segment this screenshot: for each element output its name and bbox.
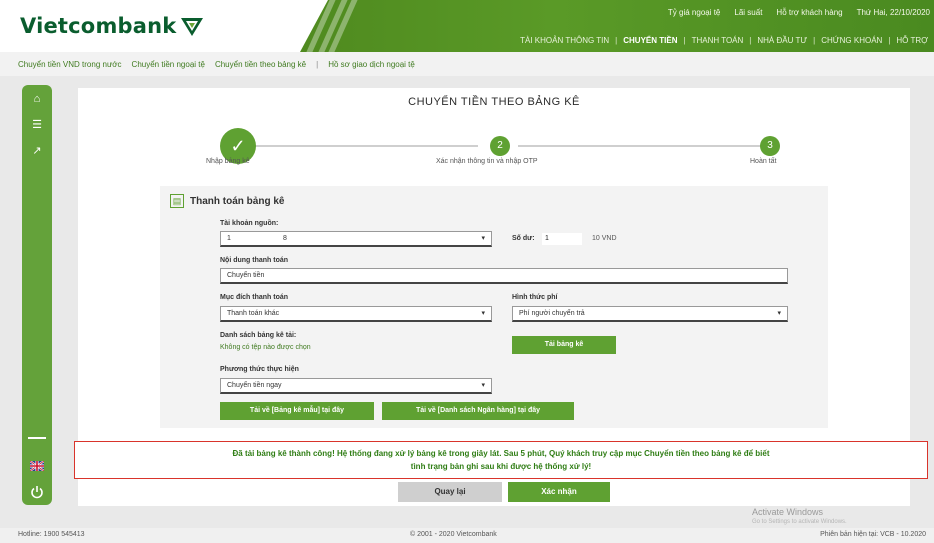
fee-select[interactable]: Phí người chuyển trả ▾ (512, 306, 788, 322)
balance-value: 1 (542, 233, 582, 245)
download-bank-list-button[interactable]: Tải về [Danh sách Ngân hàng] tại đây (382, 402, 574, 420)
chevron-down-icon: ▾ (481, 235, 485, 242)
nav-investor[interactable]: NHÀ ĐẦU TƯ (751, 36, 813, 45)
chevron-down-icon: ▾ (481, 382, 485, 389)
purpose-label: Mục đích thanh toán (220, 294, 289, 301)
list-label: Danh sách bảng kê tải: (220, 332, 297, 339)
chart-icon[interactable]: ↗ (31, 145, 43, 157)
purpose-value: Thanh toán khác (227, 310, 280, 317)
nav-payment[interactable]: THANH TOÁN (686, 36, 750, 45)
left-sidebar: ⌂ ☰ ↗ (22, 85, 52, 505)
progress-steps: ✓ 2 3 Nhập bảng kê Xác nhận thông tin và… (198, 128, 798, 168)
source-account-select[interactable]: 1 8 ▾ (220, 231, 492, 247)
success-alert: Đã tải bảng kê thành công! Hệ thống đang… (74, 441, 928, 479)
subnav-batch-transfer[interactable]: Chuyển tiền theo bảng kê (215, 60, 306, 69)
page-title: CHUYỂN TIỀN THEO BẢNG KÊ (408, 96, 580, 108)
top-info-interest-rate[interactable]: Lãi suất (734, 8, 762, 17)
sidebar-divider (28, 437, 46, 439)
method-value: Chuyển tiền ngay (227, 382, 282, 389)
step-connector (238, 145, 478, 147)
nav-support[interactable]: HỖ TRỢ (890, 36, 934, 45)
footer-copyright: © 2001 - 2020 Vietcombank (410, 531, 497, 538)
nav-securities[interactable]: CHỨNG KHOÁN (815, 36, 888, 45)
header: Vietcombank Tỷ giá ngoại tệ Lãi suất Hỗ … (0, 0, 934, 52)
top-info-bar: Tỷ giá ngoại tệ Lãi suất Hỗ trợ khách hà… (668, 8, 930, 17)
vietcombank-logo[interactable]: Vietcombank (20, 14, 176, 38)
step-connector (518, 145, 768, 147)
subnav-foreign-records[interactable]: Hồ sơ giao dịch ngoại tệ (328, 60, 415, 69)
vietcombank-logo-icon (181, 18, 203, 36)
subnav-foreign-transfer[interactable]: Chuyển tiền ngoại tệ (132, 60, 205, 69)
confirm-button[interactable]: Xác nhận (508, 482, 610, 502)
source-account-label: Tài khoản nguồn: (220, 220, 279, 227)
payment-content-input[interactable]: Chuyển tiền (220, 268, 788, 284)
balance-label: Số dư: (512, 235, 535, 242)
source-account-tail: 8 (283, 235, 287, 242)
upload-batch-button[interactable]: Tải bảng kê (512, 336, 616, 354)
main-nav: TÀI KHOẢN THÔNG TIN | CHUYỂN TIỀN | THANH … (514, 36, 934, 45)
back-button[interactable]: Quay lại (398, 482, 502, 502)
home-icon[interactable]: ⌂ (31, 93, 43, 105)
footer: Hotline: 1900 545413 © 2001 - 2020 Vietc… (0, 528, 934, 543)
source-account-value: 1 (227, 235, 231, 242)
file-status-note: Không có tệp nào được chọn (220, 344, 311, 351)
footer-hotline: Hotline: 1900 545413 (18, 531, 85, 538)
chevron-down-icon: ▾ (777, 310, 781, 317)
form-title: Thanh toán bảng kê (190, 196, 285, 207)
subnav-domestic-transfer[interactable]: Chuyển tiền VND trong nước (18, 60, 122, 69)
windows-activation-subtitle: Go to Settings to activate Windows. (752, 519, 847, 525)
fee-value: Phí người chuyển trả (519, 310, 585, 317)
download-template-button[interactable]: Tải về [Bảng kê mẫu] tại đây (220, 402, 374, 420)
fee-label: Hình thức phí (512, 294, 558, 301)
step-3-label: Hoàn tất (750, 158, 777, 165)
step-1-label: Nhập bảng kê (206, 158, 250, 165)
alert-line-2: tình trạng bản ghi sau khi được hệ thống… (410, 462, 592, 471)
document-icon[interactable]: ☰ (31, 119, 43, 131)
balance-currency: 10 VND (592, 235, 617, 242)
content-label: Nội dung thanh toán (220, 257, 289, 264)
step-3-indicator: 3 (760, 136, 780, 156)
sub-nav: Chuyển tiền VND trong nước Chuyển tiền n… (0, 52, 934, 76)
form-document-icon: ▤ (170, 194, 184, 208)
purpose-select[interactable]: Thanh toán khác ▾ (220, 306, 492, 322)
nav-transfer[interactable]: CHUYỂN TIỀN (617, 36, 683, 45)
top-info-exchange-rate[interactable]: Tỷ giá ngoại tệ (668, 8, 720, 17)
chevron-down-icon: ▾ (481, 310, 485, 317)
step-2-label: Xác nhận thông tin và nhập OTP (436, 158, 538, 165)
windows-activation-title: Activate Windows (752, 507, 824, 517)
method-label: Phương thức thực hiện (220, 366, 299, 373)
method-select[interactable]: Chuyển tiền ngay ▾ (220, 378, 492, 394)
power-icon[interactable] (30, 485, 44, 499)
top-info-support[interactable]: Hỗ trợ khách hàng (776, 8, 842, 17)
top-info-date: Thứ Hai, 22/10/2020 (856, 8, 930, 17)
alert-line-1: Đã tải bảng kê thành công! Hệ thống đang… (232, 449, 770, 458)
footer-version: Phiên bản hiện tại: VCB - 10.2020 (820, 531, 926, 538)
batch-payment-form: ▤ Thanh toán bảng kê Tài khoản nguồn: 1 … (160, 186, 828, 428)
nav-accounts[interactable]: TÀI KHOẢN THÔNG TIN (514, 36, 615, 45)
uk-flag-icon[interactable] (30, 461, 44, 471)
step-2-indicator: 2 (490, 136, 510, 156)
